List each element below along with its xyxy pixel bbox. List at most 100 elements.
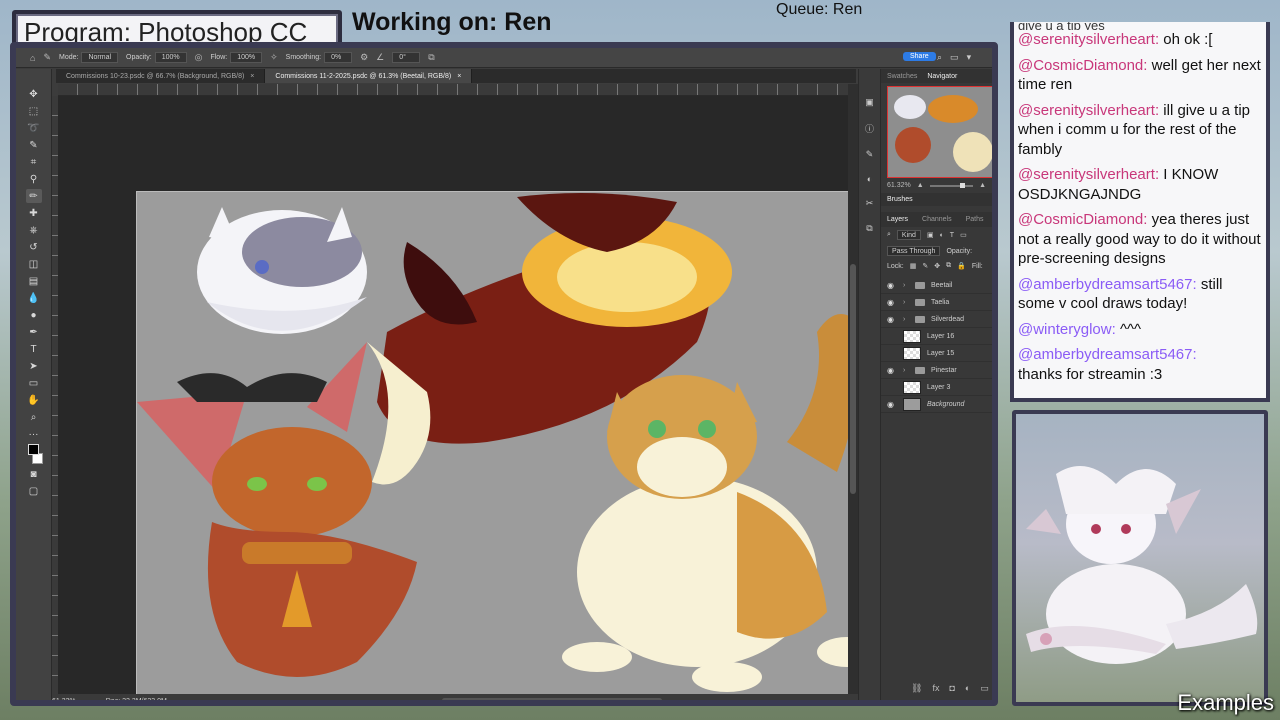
type-tool-icon[interactable]: T	[26, 342, 42, 356]
angle-field[interactable]: 0°	[392, 52, 421, 63]
flow-control[interactable]: Flow: 100%	[210, 52, 263, 63]
brush-preset-icon[interactable]: ✎	[43, 52, 51, 63]
filter-shape-icon[interactable]: ▭	[960, 231, 967, 239]
workspace-icon[interactable]: ▭	[950, 52, 959, 63]
navigator-zoom-slider[interactable]	[929, 182, 974, 188]
tab-channels[interactable]: Channels	[922, 216, 952, 223]
chevron-right-icon[interactable]: ›	[903, 367, 909, 374]
lock-artboard-icon[interactable]: ⧉	[946, 262, 951, 270]
adjustment-layer-icon[interactable]: ◐	[965, 683, 970, 694]
horizontal-scroll-thumb[interactable]	[442, 698, 662, 700]
crop-tool-icon[interactable]: ⌗	[26, 155, 42, 169]
smoothing-field[interactable]: 0%	[324, 52, 353, 63]
flow-field[interactable]: 100%	[230, 52, 263, 63]
status-zoom[interactable]: 61.32%	[52, 698, 76, 701]
opacity-control[interactable]: Opacity: 100%	[126, 52, 187, 63]
clone-stamp-tool-icon[interactable]: ⎈	[26, 223, 42, 237]
filter-adjust-icon[interactable]: ◐	[940, 232, 944, 239]
navigator-zoom-value[interactable]: 61.32%	[887, 182, 911, 189]
new-group-icon[interactable]: ▭	[980, 683, 989, 694]
more-tools-icon[interactable]: ···	[26, 427, 42, 441]
eye-icon[interactable]: ◉	[887, 400, 897, 409]
adjustments-icon[interactable]: ◐	[867, 174, 872, 184]
link-layers-icon[interactable]: ⛓	[911, 683, 922, 694]
canvas-workspace[interactable]	[58, 96, 881, 700]
screen-mode-icon[interactable]: ▢	[26, 484, 42, 498]
layer-row[interactable]: ◉ › Pinestar	[881, 362, 992, 379]
healing-tool-icon[interactable]: ✚	[26, 206, 42, 220]
mode-select[interactable]: Normal	[81, 52, 119, 63]
gear-icon[interactable]: ⚙	[360, 52, 368, 63]
vertical-scroll-thumb[interactable]	[850, 264, 856, 494]
home-icon[interactable]: ⌂	[30, 53, 35, 63]
pen-tool-icon[interactable]: ✒	[26, 325, 42, 339]
brush-settings-icon[interactable]: ✎	[866, 149, 874, 160]
slider-handle[interactable]	[959, 182, 965, 188]
symmetry-icon[interactable]: ⧉	[428, 52, 434, 63]
eye-icon[interactable]: ◉	[887, 366, 897, 375]
eye-icon[interactable]: ◉	[887, 281, 897, 290]
layer-row[interactable]: Layer 15	[881, 345, 992, 362]
layer-row[interactable]: Layer 3	[881, 379, 992, 396]
gradient-tool-icon[interactable]: ▤	[26, 274, 42, 288]
path-select-tool-icon[interactable]: ➤	[26, 359, 42, 373]
document-canvas[interactable]	[136, 191, 881, 700]
lasso-tool-icon[interactable]: ➰	[26, 121, 42, 135]
blur-tool-icon[interactable]: 💧	[26, 291, 42, 305]
opacity-field[interactable]: 100%	[154, 52, 187, 63]
lock-pixels-icon[interactable]: ▦	[910, 262, 917, 270]
hand-tool-icon[interactable]: ✋	[26, 393, 42, 407]
add-mask-icon[interactable]: ◘	[949, 683, 954, 694]
layer-row[interactable]: ◉ › Beetail	[881, 277, 992, 294]
smoothing-control[interactable]: Smoothing: 0%	[286, 52, 353, 63]
lock-paint-icon[interactable]: ✎	[922, 262, 928, 270]
tab-paths[interactable]: Paths	[966, 216, 984, 223]
layer-kind-filter[interactable]: Kind	[896, 230, 921, 240]
pressure-opacity-icon[interactable]: ◎	[195, 52, 203, 63]
tab-document-2[interactable]: Commissions 11-2-2025.psdc @ 61.3% (Beet…	[265, 69, 473, 83]
move-tool-icon[interactable]: ✥	[26, 87, 42, 101]
dodge-tool-icon[interactable]: ●	[26, 308, 42, 322]
foreground-color-swatch[interactable]	[28, 444, 39, 455]
arrange-icon[interactable]: ▾	[967, 52, 972, 63]
eye-icon[interactable]: ◉	[887, 315, 897, 324]
clone-source-icon[interactable]: ⧉	[866, 223, 872, 234]
share-button[interactable]: Share	[903, 52, 936, 61]
marquee-tool-icon[interactable]: ⬚	[26, 104, 42, 118]
chevron-right-icon[interactable]: ›	[903, 299, 909, 306]
eye-icon[interactable]: ◉	[887, 298, 897, 307]
tab-layers[interactable]: Layers	[887, 216, 908, 223]
chevron-right-icon[interactable]: ›	[903, 282, 909, 289]
eraser-tool-icon[interactable]: ◫	[26, 257, 42, 271]
mode-control[interactable]: Mode: Normal	[59, 52, 119, 63]
history-brush-tool-icon[interactable]: ↺	[26, 240, 42, 254]
brushes-panel-tab[interactable]: Brushes	[881, 193, 992, 206]
layer-style-icon[interactable]: fx	[932, 683, 939, 694]
brush-tool-icon[interactable]: ✏	[25, 189, 42, 203]
lock-all-icon[interactable]: 🔒	[957, 262, 966, 270]
navigator-thumbnail[interactable]	[887, 86, 992, 178]
filter-type-icon[interactable]: T	[950, 232, 954, 239]
close-icon[interactable]: ×	[457, 73, 461, 80]
tab-swatches[interactable]: Swatches	[887, 73, 917, 80]
tab-document-1[interactable]: Commissions 10-23.psdc @ 66.7% (Backgrou…	[56, 69, 266, 83]
history-panel-icon[interactable]: ▣	[865, 97, 874, 108]
filter-pixel-icon[interactable]: ▣	[927, 231, 934, 239]
layer-row[interactable]: Layer 16	[881, 328, 992, 345]
blend-mode-select[interactable]: Pass Through	[887, 246, 941, 256]
airbrush-icon[interactable]: ✧	[270, 52, 278, 63]
vertical-scrollbar[interactable]	[848, 84, 858, 694]
zoom-in-icon[interactable]: ▲	[979, 182, 986, 189]
zoom-out-icon[interactable]: ▲	[917, 182, 924, 189]
layer-row[interactable]: ◉ › Silverdead	[881, 311, 992, 328]
quick-select-tool-icon[interactable]: ✎	[26, 138, 42, 152]
tab-navigator[interactable]: Navigator	[927, 73, 957, 80]
chevron-right-icon[interactable]: ›	[903, 316, 909, 323]
eyedropper-tool-icon[interactable]: ⚲	[26, 172, 42, 186]
shape-tool-icon[interactable]: ▭	[26, 376, 42, 390]
layer-row[interactable]: ◉ Background	[881, 396, 992, 413]
zoom-tool-icon[interactable]: ⌕	[26, 410, 42, 424]
close-icon[interactable]: ×	[250, 73, 254, 80]
tool-presets-icon[interactable]: ✂	[866, 198, 874, 209]
quick-mask-icon[interactable]: ◙	[26, 467, 42, 481]
